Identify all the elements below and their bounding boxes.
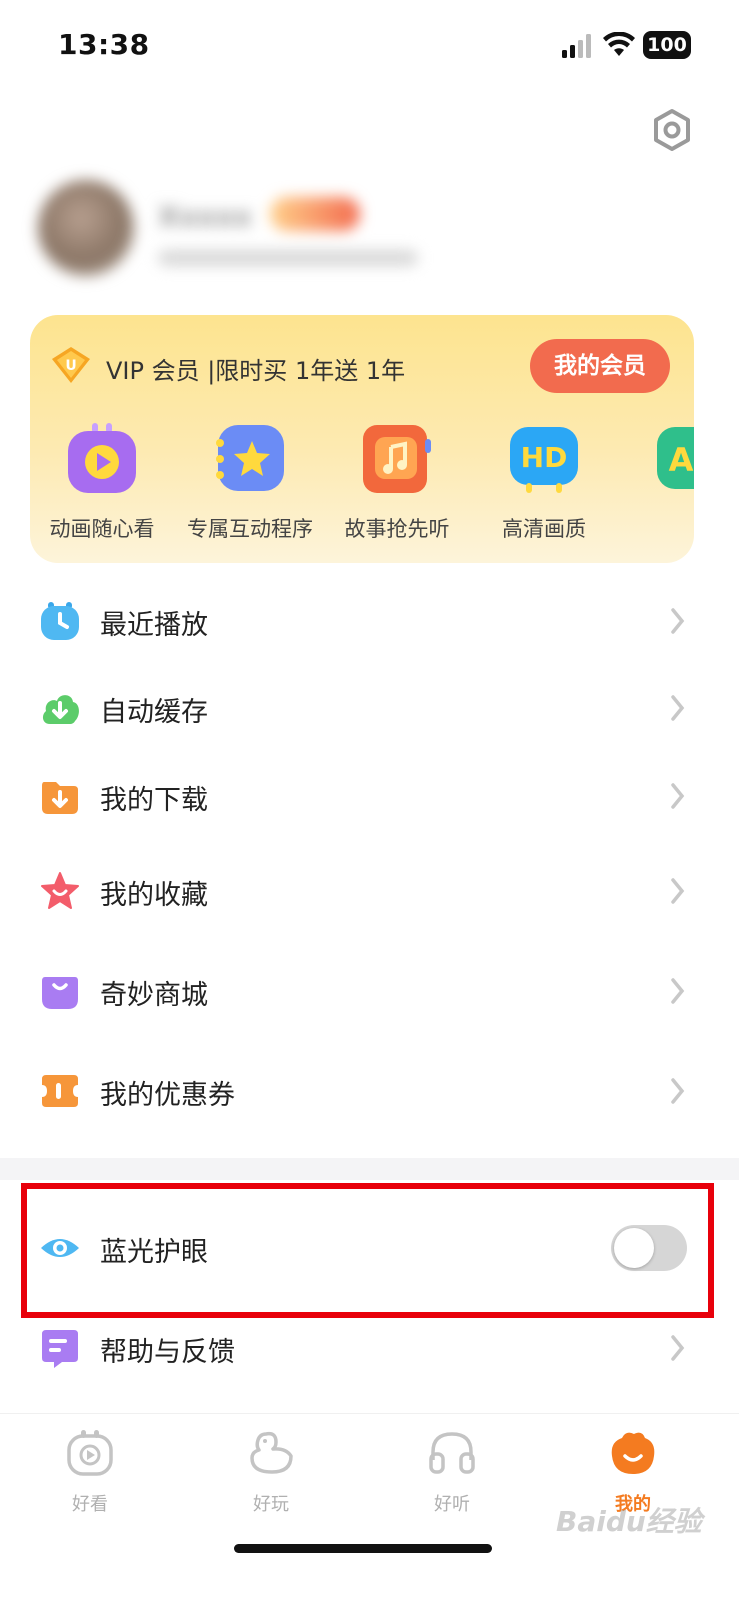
chevron-right-icon	[671, 878, 685, 904]
highlight-annotation-box	[21, 1183, 714, 1318]
chevron-right-icon	[671, 1078, 685, 1104]
coupon-icon	[42, 1075, 78, 1107]
svg-text:HD: HD	[521, 441, 568, 474]
vip-title: VIP 会员 |限时买 1年送 1年	[106, 357, 406, 385]
perk-stories[interactable]: 故事抢先听	[327, 423, 467, 543]
menu-label: 我的优惠券	[100, 1080, 235, 1111]
signal-icon	[562, 34, 591, 58]
avatar[interactable]	[38, 180, 134, 276]
tab-label: 好看	[72, 1494, 108, 1515]
status-bar: 13:38 100	[0, 0, 739, 95]
perk-label: 高清画质	[502, 517, 586, 541]
menu-label: 奇妙商城	[100, 980, 208, 1011]
svg-text:U: U	[65, 358, 76, 374]
tab-play[interactable]: 好玩	[211, 1424, 331, 1516]
user-subtitle	[158, 250, 418, 266]
vip-card[interactable]: U VIP 会员 |限时买 1年送 1年 我的会员 动画随心看 专属互动程序 故…	[30, 315, 694, 563]
headphones-icon	[429, 1432, 475, 1474]
perk-anime[interactable]: 动画随心看	[32, 423, 172, 543]
chevron-right-icon	[671, 695, 685, 721]
menu-item-wonder-mall[interactable]: 奇妙商城	[0, 961, 739, 1021]
section-divider	[0, 1158, 739, 1180]
duck-icon	[250, 1431, 293, 1474]
menu-item-my-downloads[interactable]: 我的下载	[0, 766, 739, 826]
menu-item-help-feedback[interactable]: 帮助与反馈	[0, 1318, 739, 1378]
chevron-right-icon	[671, 608, 685, 634]
perk-label: 动画随心看	[49, 517, 155, 541]
menu-item-my-coupons[interactable]: 我的优惠券	[0, 1061, 739, 1121]
menu-label: 自动缓存	[100, 697, 208, 728]
menu-label: 帮助与反馈	[100, 1337, 235, 1368]
music-icon	[363, 425, 431, 493]
tab-listen[interactable]: 好听	[392, 1424, 512, 1516]
wifi-icon	[603, 32, 635, 56]
cloud-download-icon	[42, 695, 79, 724]
chevron-right-icon	[671, 1335, 685, 1361]
hd-icon: HD	[510, 427, 578, 493]
status-time: 13:38	[58, 28, 150, 61]
svg-text:A: A	[669, 441, 694, 479]
my-membership-button[interactable]: 我的会员	[530, 339, 670, 393]
face-icon	[611, 1432, 655, 1474]
perk-label: 专属互动程序	[187, 517, 313, 541]
perk-hd[interactable]: HD 高清画质	[474, 423, 614, 543]
tab-label: 好玩	[253, 1494, 289, 1515]
perk-label: 故事抢先听	[344, 517, 450, 541]
play-icon	[68, 423, 136, 493]
tab-watch[interactable]: 好看	[30, 1424, 150, 1516]
watermark-text: Baidu经验	[556, 1505, 702, 1538]
perk-interactive[interactable]: 专属互动程序	[180, 423, 320, 543]
menu-item-recent-play[interactable]: 最近播放	[0, 591, 739, 651]
tv-icon	[67, 1430, 113, 1476]
username: Xxxxx	[158, 200, 252, 233]
settings-gear-icon[interactable]	[650, 108, 694, 152]
chevron-right-icon	[671, 978, 685, 1004]
perk-more[interactable]: A	[621, 423, 694, 513]
feedback-icon	[42, 1330, 78, 1368]
menu-label: 我的下载	[100, 785, 208, 816]
a-icon: A	[657, 427, 694, 489]
menu-item-auto-cache[interactable]: 自动缓存	[0, 678, 739, 738]
vip-level-badge	[270, 197, 360, 231]
menu-item-my-favorites[interactable]: 我的收藏	[0, 861, 739, 921]
battery-indicator: 100	[643, 31, 691, 59]
clock-icon	[41, 602, 79, 640]
menu-label: 我的收藏	[100, 880, 208, 911]
profile-section[interactable]: Xxxxx	[30, 175, 480, 305]
star-icon	[216, 425, 284, 491]
star-icon	[41, 872, 79, 909]
download-icon	[42, 782, 78, 814]
vip-badge-icon: U	[52, 347, 90, 383]
chevron-right-icon	[671, 783, 685, 809]
menu-label: 最近播放	[100, 610, 208, 641]
tab-label: 好听	[434, 1494, 470, 1515]
shopping-bag-icon	[42, 977, 78, 1009]
home-indicator	[234, 1544, 492, 1553]
